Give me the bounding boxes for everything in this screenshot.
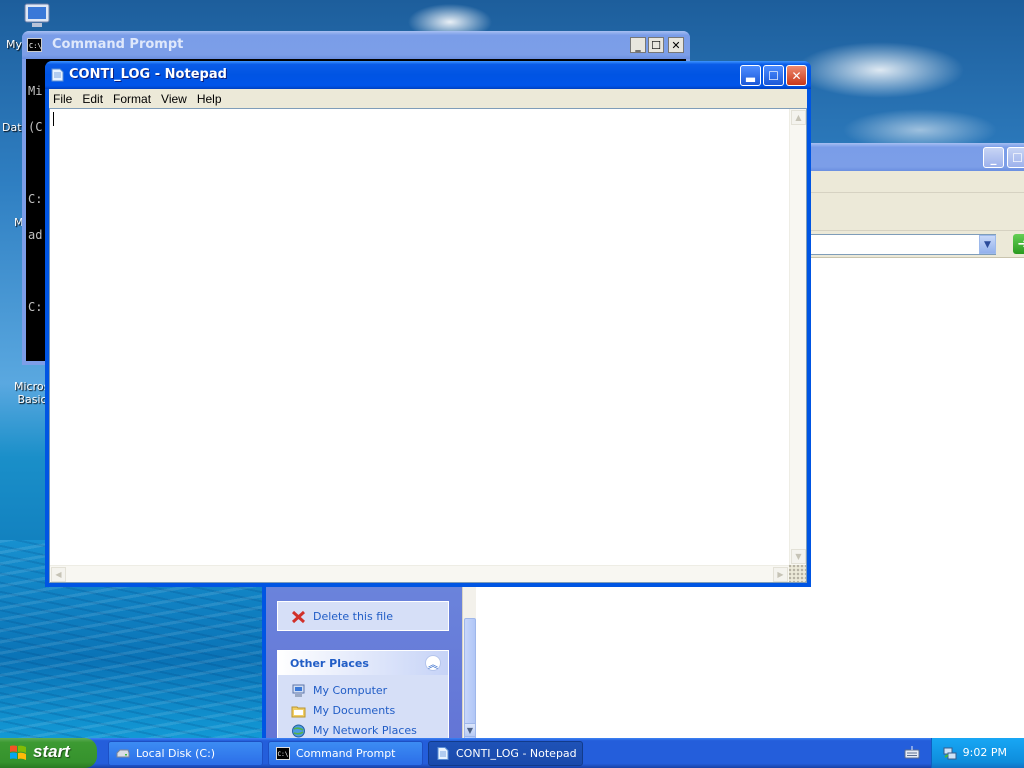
desktop-icon-data[interactable]: Dat	[2, 121, 22, 134]
maximize-icon: ☐	[651, 38, 661, 52]
resize-grip[interactable]	[789, 565, 806, 582]
chevron-up-icon: ▲	[795, 113, 802, 122]
my-documents-label: My Documents	[313, 704, 396, 717]
delete-file-link[interactable]: Delete this file	[278, 607, 448, 627]
my-computer-label: My Computer	[313, 684, 388, 697]
my-network-places-link[interactable]: My Network Places	[278, 721, 448, 738]
taskbar-item-notepad[interactable]: CONTI_LOG - Notepad	[428, 741, 583, 766]
scroll-left-button[interactable]: ◀	[51, 567, 66, 582]
other-places-header[interactable]: Other Places	[278, 651, 448, 675]
text-caret	[53, 112, 54, 126]
desktop-icon-label: Dat	[2, 121, 22, 134]
taskbar-item-local-disk[interactable]: Local Disk (C:)	[108, 741, 263, 766]
svg-text:C:\: C:\	[278, 751, 289, 758]
minimize-button[interactable]: ▬	[740, 65, 761, 86]
notepad-icon	[51, 68, 64, 82]
menu-format[interactable]: Format	[109, 89, 157, 108]
notepad-icon	[437, 747, 449, 760]
minimize-button[interactable]: _	[983, 147, 1004, 168]
maximize-button[interactable]: ☐	[648, 37, 664, 53]
notepad-text-area[interactable]: ▲ ▼ ◀ ▶	[49, 108, 807, 583]
start-button[interactable]: start	[0, 738, 97, 768]
taskbar: start Local Disk (C:) C:\ Command Prompt…	[0, 738, 1024, 768]
close-icon: ✕	[791, 68, 802, 83]
chevron-down-icon: ▼	[795, 552, 802, 561]
chevron-left-icon: ◀	[55, 570, 62, 579]
vertical-scrollbar[interactable]: ▲ ▼	[789, 109, 806, 565]
computer-icon	[292, 684, 305, 697]
maximize-icon: ☐	[1012, 150, 1023, 165]
close-icon: ✕	[671, 38, 681, 52]
computer-icon	[24, 3, 50, 27]
desktop-icon-label: My	[6, 38, 23, 51]
minimize-icon: _	[990, 150, 997, 165]
chevron-up-icon: ︽	[428, 659, 438, 671]
taskbar-item-label: Local Disk (C:)	[136, 747, 216, 760]
taskbar-item-command-prompt[interactable]: C:\ Command Prompt	[268, 741, 423, 766]
close-button[interactable]: ✕	[668, 37, 684, 53]
notepad-window[interactable]: CONTI_LOG - Notepad ▬ ☐ ✕ File Edit Form…	[45, 61, 811, 587]
desktop-icon-my-computer[interactable]: My	[2, 2, 62, 51]
my-documents-link[interactable]: My Documents	[278, 701, 448, 721]
taskbar-item-label: Command Prompt	[296, 747, 396, 760]
desktop: My Dat Microsc C Microsoft Basic _ ☐ ▼	[0, 0, 1024, 738]
windows-logo-icon	[10, 745, 26, 760]
cmd-titlebar[interactable]: C:\ Command Prompt _ ☐ ✕	[22, 31, 690, 59]
my-computer-link[interactable]: My Computer	[278, 681, 448, 701]
other-places-title: Other Places	[290, 657, 369, 670]
horizontal-scrollbar[interactable]: ◀ ▶	[50, 565, 789, 582]
maximize-button[interactable]: ☐	[763, 65, 784, 86]
keyboard-icon[interactable]	[904, 745, 920, 761]
scroll-right-button[interactable]: ▶	[773, 567, 788, 582]
start-label: start	[33, 742, 70, 761]
menu-help[interactable]: Help	[193, 89, 228, 108]
cmd-icon: C:\	[27, 38, 42, 52]
file-tasks-panel: Delete this file	[277, 601, 449, 631]
delete-file-label: Delete this file	[313, 610, 393, 623]
cmd-icon: C:\	[276, 747, 290, 760]
notepad-menubar: File Edit Format View Help	[49, 89, 807, 108]
my-network-places-label: My Network Places	[313, 724, 417, 737]
svg-text:C:\: C:\	[29, 42, 42, 50]
scroll-down-button[interactable]: ▼	[464, 723, 476, 737]
clock[interactable]: 9:02 PM	[963, 746, 1007, 759]
menu-view[interactable]: View	[157, 89, 193, 108]
maximize-icon: ☐	[768, 68, 779, 83]
go-arrow-icon: ➜	[1017, 236, 1024, 252]
notepad-titlebar[interactable]: CONTI_LOG - Notepad ▬ ☐ ✕	[45, 61, 811, 89]
chevron-right-icon: ▶	[777, 570, 784, 579]
notepad-title: CONTI_LOG - Notepad	[69, 67, 227, 82]
close-button[interactable]: ✕	[786, 65, 807, 86]
scroll-down-button[interactable]: ▼	[791, 549, 806, 564]
menu-edit[interactable]: Edit	[78, 89, 109, 108]
menu-file[interactable]: File	[49, 89, 78, 108]
notepad-body: File Edit Format View Help ▲ ▼ ◀ ▶	[49, 89, 807, 583]
network-icon	[292, 724, 305, 738]
minimize-icon: ▬	[744, 71, 757, 86]
minimize-icon: _	[635, 38, 641, 52]
cmd-title: Command Prompt	[52, 37, 184, 52]
system-tray: 9:02 PM	[931, 738, 1024, 768]
taskbar-item-label: CONTI_LOG - Notepad	[456, 747, 577, 760]
scroll-up-button[interactable]: ▲	[791, 110, 806, 125]
network-status-icon[interactable]	[942, 745, 958, 761]
go-button[interactable]: ➜	[1013, 234, 1024, 254]
collapse-button[interactable]: ︽	[425, 655, 441, 671]
drive-icon	[116, 749, 130, 758]
chevron-down-icon: ▼	[466, 725, 474, 735]
address-dropdown-button[interactable]: ▼	[979, 235, 996, 254]
chevron-down-icon: ▼	[984, 239, 991, 250]
delete-x-icon	[291, 610, 306, 624]
folder-icon	[291, 706, 306, 718]
other-places-panel: Other Places ︽ My Computer My Documents …	[277, 650, 449, 738]
scrollbar-thumb[interactable]	[464, 618, 476, 738]
minimize-button[interactable]: _	[630, 37, 646, 53]
maximize-button[interactable]: ☐	[1007, 147, 1024, 168]
